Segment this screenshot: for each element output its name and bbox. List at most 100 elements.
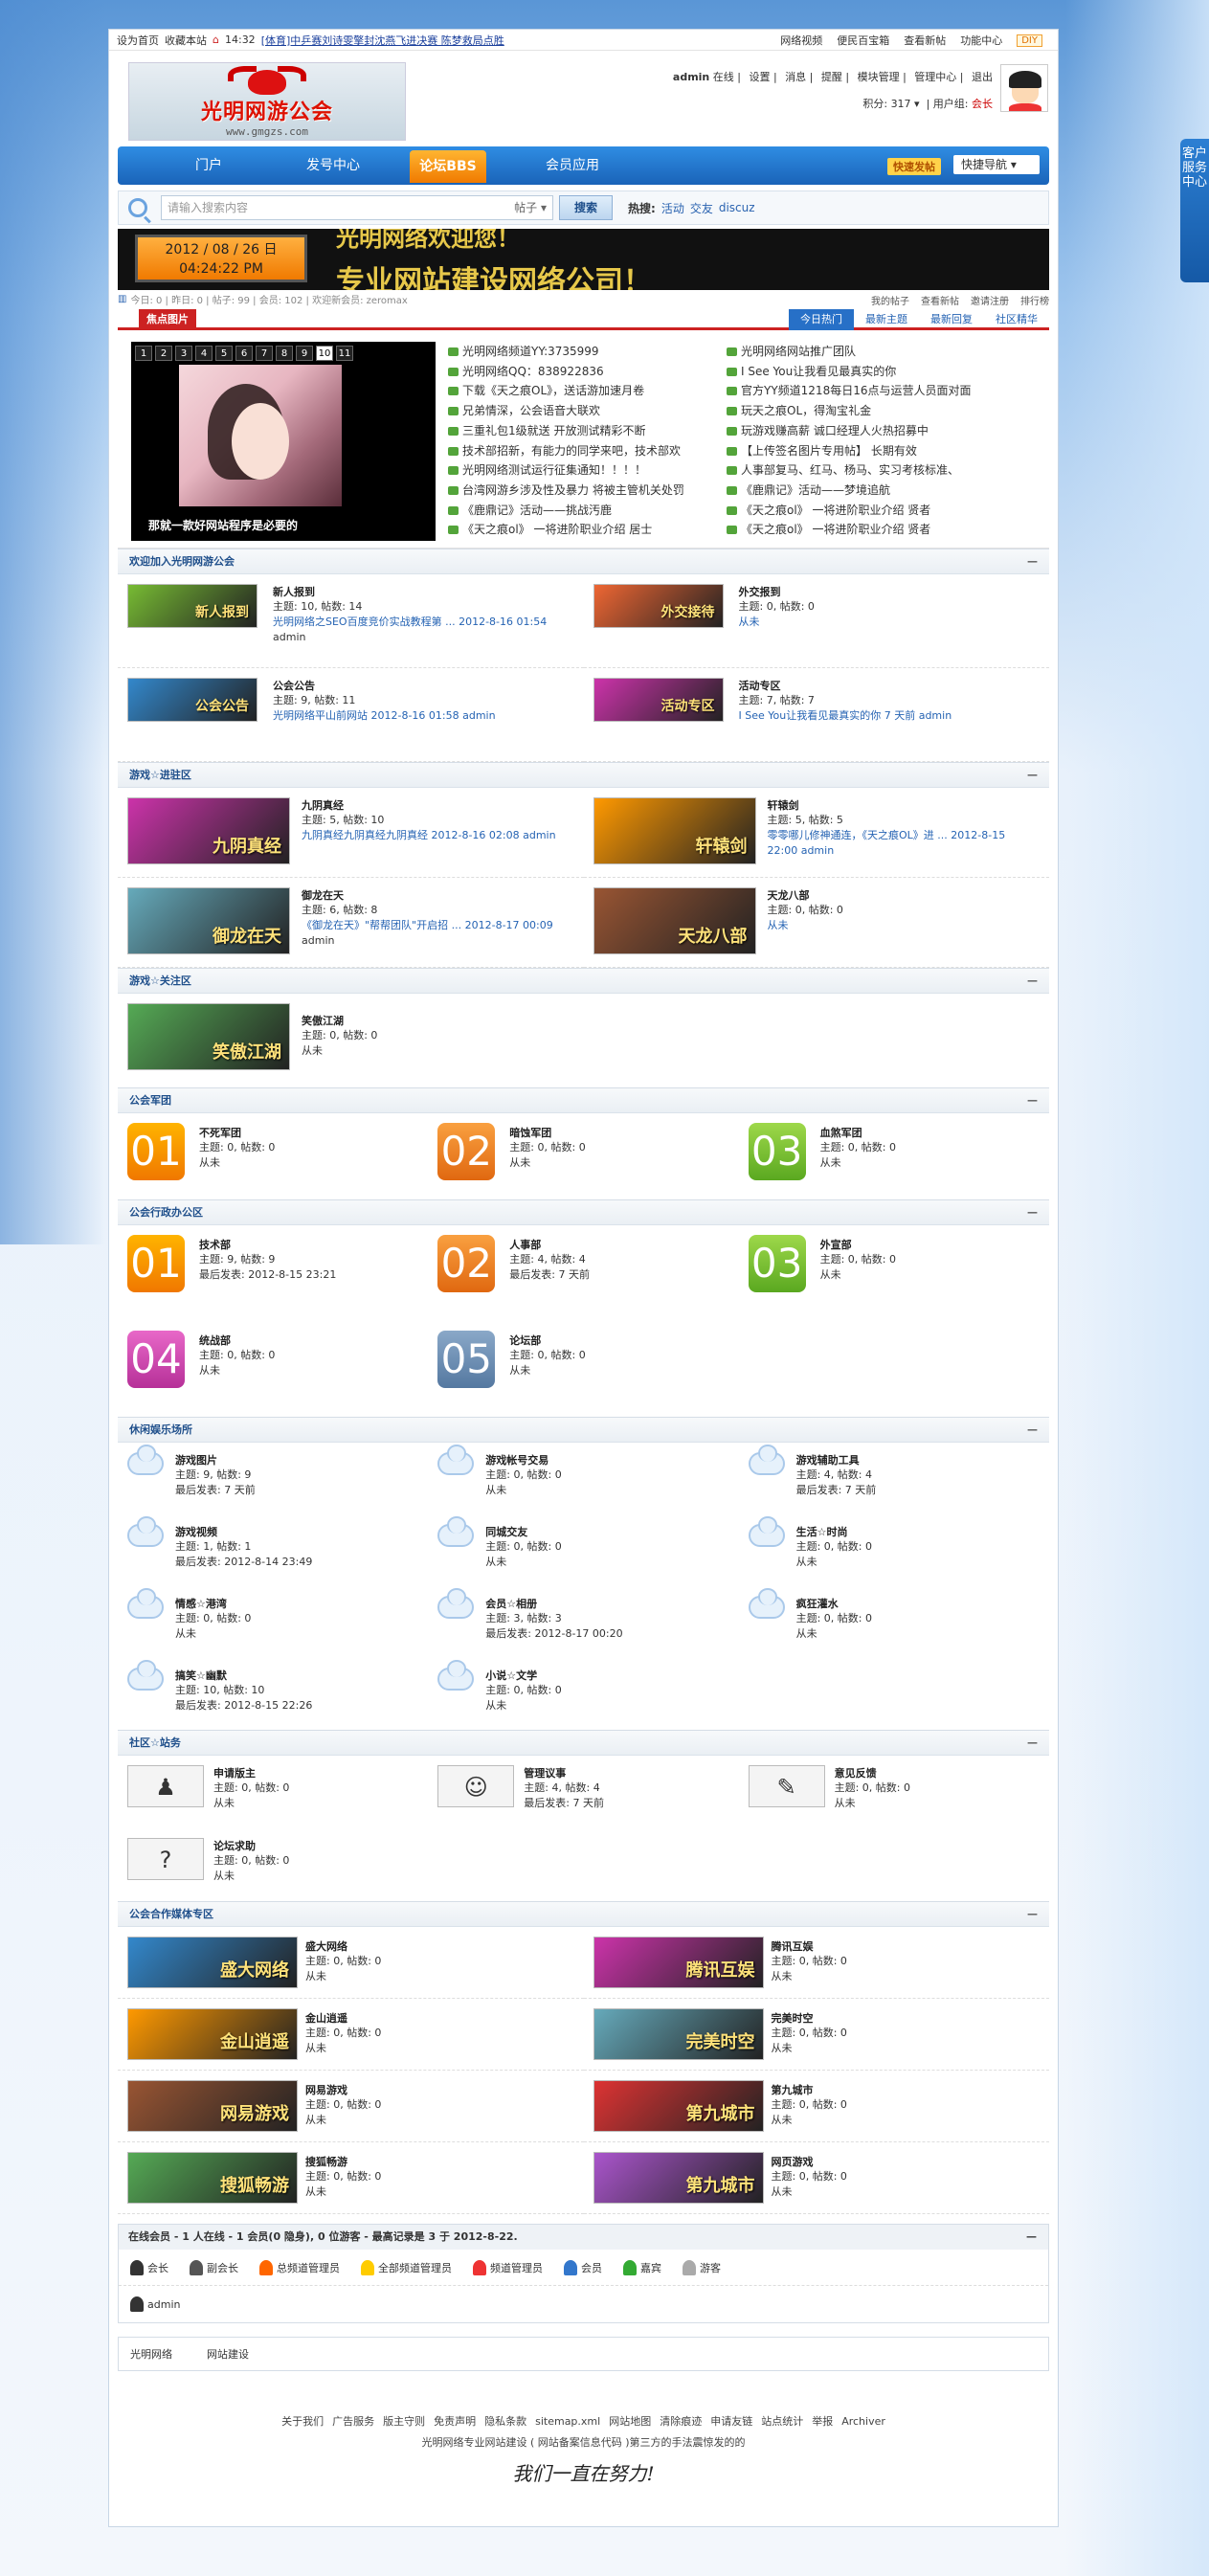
- forum-name[interactable]: 公会公告: [273, 678, 315, 693]
- forum-banner-image[interactable]: 笑傲江湖: [127, 1003, 290, 1070]
- slider-page-2[interactable]: 2: [155, 346, 172, 361]
- cloud-icon[interactable]: [748, 1588, 785, 1619]
- slider-page-7[interactable]: 7: [256, 346, 273, 361]
- user-link[interactable]: 提醒: [821, 71, 842, 83]
- help-icon[interactable]: ?: [127, 1838, 204, 1880]
- forum-last-post[interactable]: 从未: [772, 2113, 793, 2128]
- footer-link[interactable]: sitemap.xml: [535, 2411, 600, 2432]
- focus-list-item[interactable]: 官方YY频道1218每日16点与运营人员面对面: [727, 381, 975, 401]
- footer-link[interactable]: Archiver: [841, 2411, 885, 2432]
- cloud-icon[interactable]: [127, 1588, 164, 1619]
- forum-last-post[interactable]: 最后发表: 2012-8-14 23:49: [175, 1555, 312, 1570]
- top-link[interactable]: 查看新帖: [904, 33, 946, 48]
- focus-list-item[interactable]: 《天之痕ol》 一将进阶职业介绍 贤者: [727, 501, 975, 521]
- nav-card-center[interactable]: 发号中心: [271, 146, 395, 185]
- stat-link[interactable]: 邀请注册: [971, 293, 1009, 307]
- forum-last-post[interactable]: 从未: [199, 1363, 220, 1378]
- forum-last-post[interactable]: 从未: [772, 2184, 793, 2200]
- number-icon[interactable]: 04: [127, 1331, 185, 1388]
- forum-last-post[interactable]: I See You让我看见最真实的你 7 天前 admin: [739, 708, 1034, 724]
- forum-last-post[interactable]: 最后发表: 7 天前: [175, 1483, 256, 1498]
- forum-last-post[interactable]: 从未: [739, 615, 1034, 630]
- footer-link[interactable]: 广告服务: [332, 2411, 374, 2432]
- forum-last-post[interactable]: 从未: [509, 1155, 530, 1171]
- focus-list-item[interactable]: 光明网络网站推广团队: [727, 342, 975, 362]
- forum-name[interactable]: 网页游戏: [772, 2154, 814, 2169]
- cloud-icon[interactable]: [437, 1588, 475, 1619]
- last-post-link[interactable]: 光明网络平山前网站 2012-8-16 01:58 admin: [273, 709, 496, 722]
- collapse-icon[interactable]: —: [1027, 1418, 1038, 1443]
- forum-name[interactable]: 游戏帐号交易: [485, 1452, 549, 1467]
- cloud-icon[interactable]: [437, 1516, 475, 1547]
- forum-name[interactable]: 轩辕剑: [768, 797, 799, 813]
- top-link[interactable]: 便民百宝箱: [837, 33, 889, 48]
- slider-page-9[interactable]: 9: [296, 346, 313, 361]
- news-ticker[interactable]: [体育]中乒赛刘诗雯擎封沈燕飞进决赛 陈梦救局点胜: [261, 33, 504, 48]
- forum-last-post[interactable]: 从未: [213, 1796, 235, 1811]
- focus-list-item[interactable]: 光明网络测试运行征集通知！！！！: [448, 460, 716, 481]
- forum-banner-image[interactable]: 公会公告: [127, 678, 257, 722]
- last-post-link[interactable]: 光明网络之SEO百度竞价实战教程第 ... 2012-8-16 01:54: [273, 616, 547, 628]
- number-icon[interactable]: 01: [127, 1235, 185, 1292]
- collapse-icon[interactable]: —: [1027, 969, 1038, 994]
- slider-page-1[interactable]: 1: [135, 346, 152, 361]
- focus-list-item[interactable]: 玩游戏赚高薪 诚口经理人火热招募中: [727, 421, 975, 441]
- cloud-icon[interactable]: [437, 1445, 475, 1475]
- focus-list-item[interactable]: 【上传签名图片专用帖】 长期有效: [727, 441, 975, 461]
- number-icon[interactable]: 01: [127, 1123, 185, 1180]
- forum-banner-image[interactable]: 九阴真经: [127, 797, 290, 864]
- slider-page-11[interactable]: 11: [336, 346, 353, 361]
- search-input[interactable]: 请输入搜索内容 帖子 ▾: [161, 195, 553, 220]
- points-value[interactable]: 317: [891, 98, 911, 110]
- forum-last-post[interactable]: 从未: [772, 1969, 793, 1984]
- customer-service-float[interactable]: 客户服务中心: [1180, 139, 1209, 282]
- slider-page-3[interactable]: 3: [175, 346, 192, 361]
- search-button[interactable]: 搜索: [559, 195, 613, 220]
- forum-last-post[interactable]: 最后发表: 2012-8-15 23:21: [199, 1267, 336, 1283]
- collapse-icon[interactable]: —: [1027, 1088, 1038, 1113]
- user-link[interactable]: 管理中心: [914, 71, 956, 83]
- bookmark-link[interactable]: 收藏本站: [165, 33, 207, 48]
- forum-banner-image[interactable]: 第九城市: [593, 2080, 764, 2132]
- slider-page-8[interactable]: 8: [276, 346, 293, 361]
- cloud-icon[interactable]: [748, 1516, 785, 1547]
- cloud-icon[interactable]: [127, 1445, 164, 1475]
- forum-last-post[interactable]: 从未: [485, 1555, 506, 1570]
- slider-page-10[interactable]: 10: [316, 346, 333, 361]
- number-icon[interactable]: 03: [748, 1235, 806, 1292]
- friend-link[interactable]: 网站建设: [207, 2346, 249, 2362]
- focus-list-item[interactable]: 三重礼包1级就送 开放测试精彩不断: [448, 421, 716, 441]
- forum-last-post[interactable]: 从未: [820, 1267, 841, 1283]
- forum-last-post[interactable]: 从未: [796, 1555, 817, 1570]
- hot-search-link[interactable]: discuz: [719, 201, 755, 214]
- online-user-name[interactable]: admin: [147, 2298, 180, 2311]
- section-title[interactable]: 欢迎加入光明网游公会: [129, 555, 235, 568]
- focus-list-item[interactable]: 《鹿鼎记》活动——梦境追航: [727, 481, 975, 501]
- forum-name[interactable]: 外宣部: [820, 1237, 852, 1252]
- forum-last-post[interactable]: 从未: [305, 2113, 326, 2128]
- number-icon[interactable]: 05: [437, 1331, 496, 1388]
- forum-name[interactable]: 搜狐畅游: [305, 2154, 347, 2169]
- forum-name[interactable]: 盛大网络: [305, 1938, 347, 1954]
- focus-list-item[interactable]: 光明网络频道YY:3735999: [448, 342, 716, 362]
- last-post-link[interactable]: 零零哪儿修神通连，《天之痕OL》进 ... 2012-8-15 22:00 ad…: [768, 829, 1006, 857]
- forum-last-post[interactable]: 从未: [768, 918, 1034, 933]
- hot-search-link[interactable]: 活动: [661, 200, 684, 216]
- nav-forum[interactable]: 论坛BBS: [410, 150, 486, 183]
- forum-name[interactable]: 生活☆时尚: [796, 1524, 848, 1539]
- forum-name[interactable]: 天龙八部: [768, 887, 810, 903]
- nav-portal[interactable]: 门户: [146, 146, 271, 185]
- forum-name[interactable]: 管理议事: [524, 1765, 566, 1781]
- focus-list-item[interactable]: 玩天之痕OL，得淘宝礼金: [727, 401, 975, 421]
- collapse-icon[interactable]: —: [1027, 763, 1038, 788]
- forum-name[interactable]: 会员☆相册: [485, 1596, 537, 1611]
- slider-page-4[interactable]: 4: [195, 346, 213, 361]
- set-home-link[interactable]: 设为首页: [117, 33, 159, 48]
- focus-list-item[interactable]: 台湾网游乡涉及性及暴力 将被主管机关处罚: [448, 481, 716, 501]
- last-post-link[interactable]: 从未: [768, 919, 789, 931]
- forum-banner-image[interactable]: 天龙八部: [593, 887, 756, 954]
- number-icon[interactable]: 02: [437, 1235, 496, 1292]
- last-post-author[interactable]: admin: [273, 630, 305, 645]
- quick-post-button[interactable]: 快速发帖: [887, 158, 941, 175]
- forum-name[interactable]: 活动专区: [739, 678, 781, 693]
